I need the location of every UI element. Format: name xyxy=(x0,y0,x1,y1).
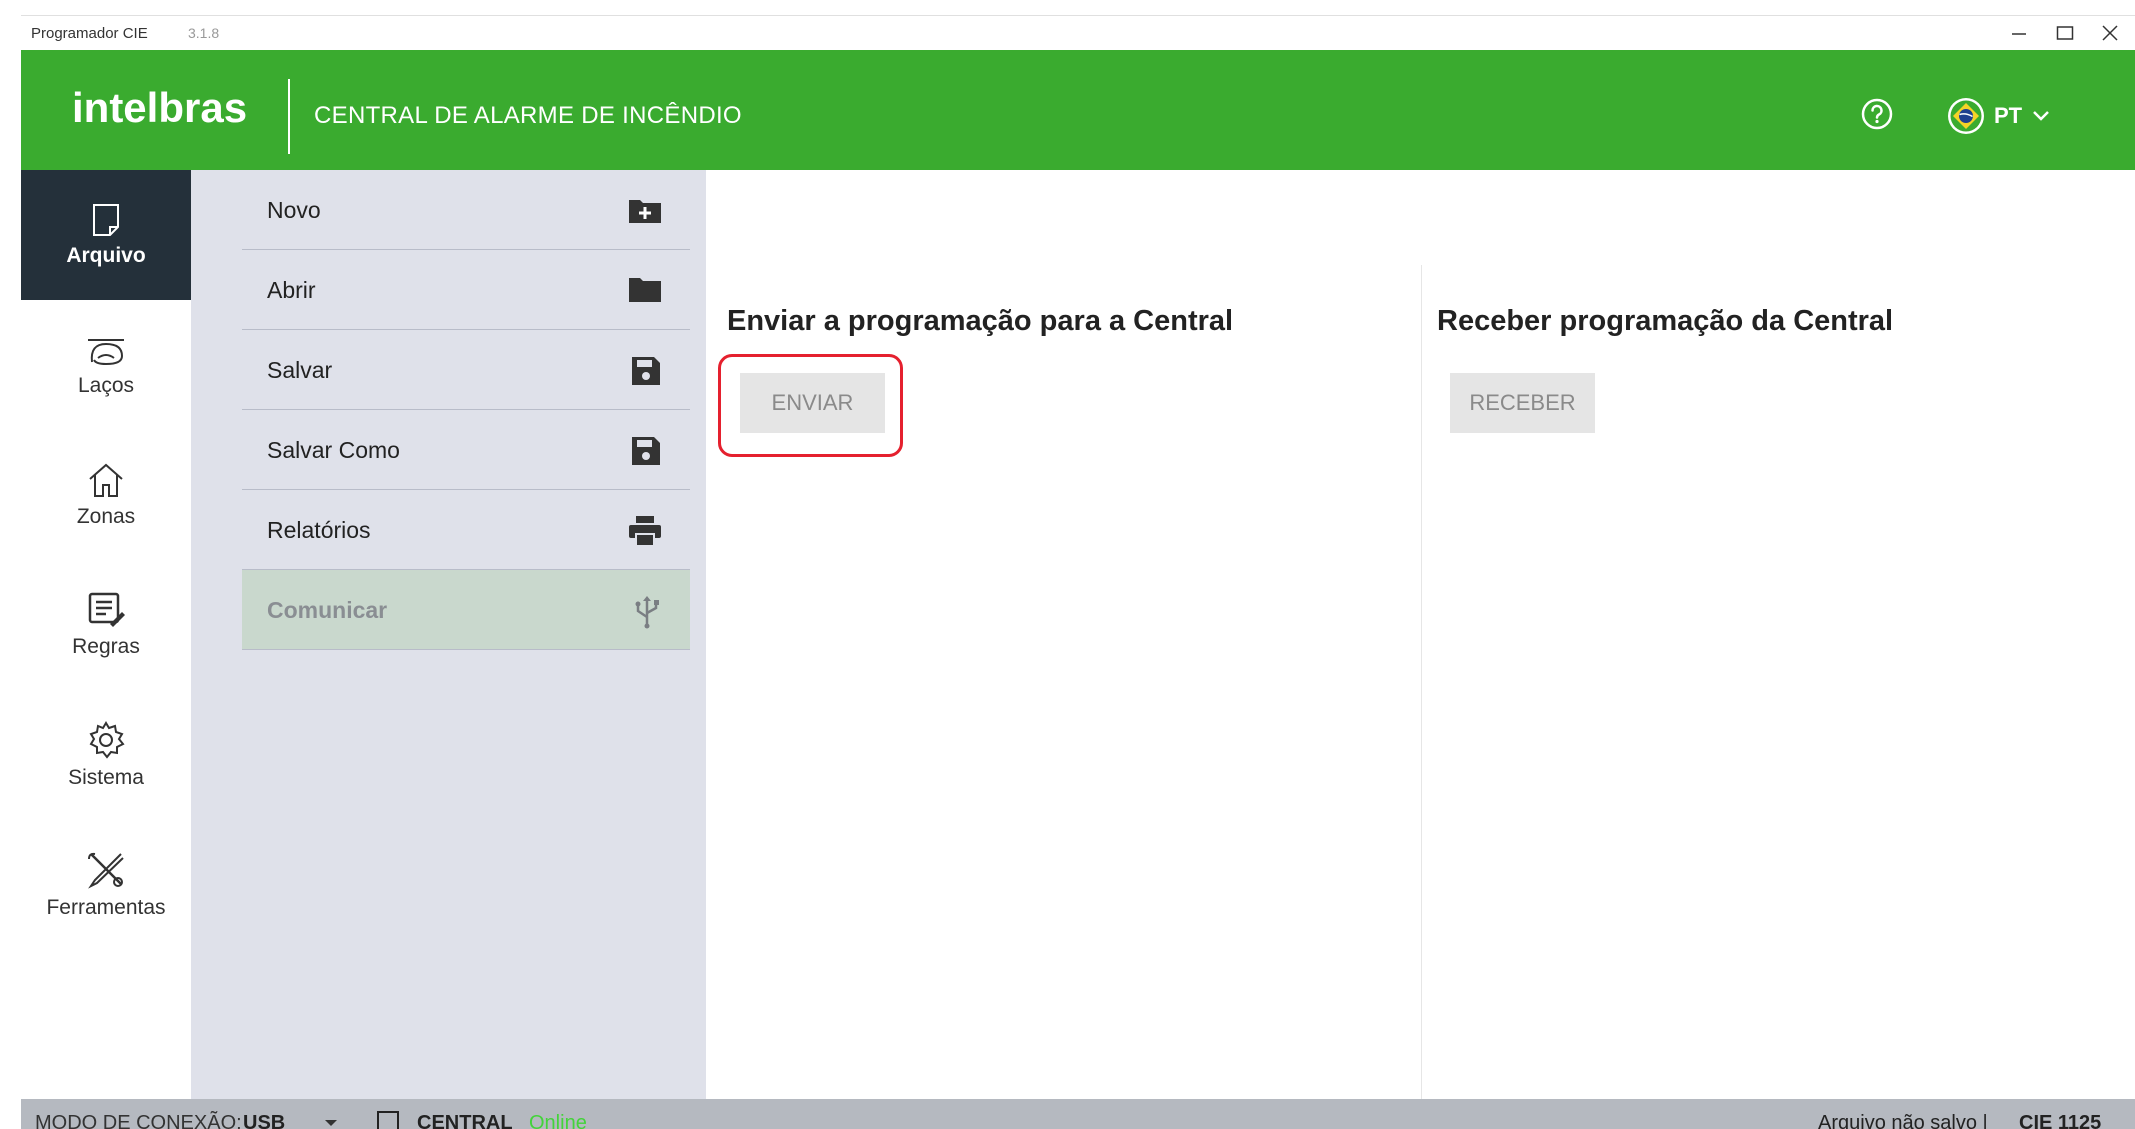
close-button[interactable] xyxy=(2087,18,2133,48)
submenu-item-relatorios[interactable]: Relatórios xyxy=(242,490,690,570)
device-model: CIE 1125 xyxy=(2019,1112,2102,1129)
maximize-icon xyxy=(2056,26,2074,40)
submenu-item-comunicar[interactable]: Comunicar xyxy=(242,570,690,650)
tools-icon xyxy=(88,852,124,889)
nav-item-label: Regras xyxy=(72,635,140,658)
logo-text: intelbras xyxy=(72,84,247,131)
new-folder-icon xyxy=(629,200,661,223)
folder-icon xyxy=(629,278,661,302)
receive-button[interactable]: RECEBER xyxy=(1450,373,1595,433)
nav-item-label: Zonas xyxy=(76,505,136,528)
nav-item-zonas[interactable]: Zonas xyxy=(21,430,191,560)
app-version: 3.1.8 xyxy=(188,25,220,41)
language-label: PT xyxy=(1994,103,2023,128)
file-submenu: Novo Abrir Salvar Salvar Como Relatórios… xyxy=(191,170,706,1115)
save-as-icon xyxy=(632,437,660,465)
home-icon xyxy=(89,463,123,497)
file-icon xyxy=(93,204,119,236)
central-checkbox[interactable] xyxy=(376,1110,400,1129)
chevron-down-icon xyxy=(2033,111,2050,121)
content-divider xyxy=(1421,265,1422,1115)
submenu-item-label: Abrir xyxy=(267,277,316,303)
intelbras-logo: intelbras xyxy=(72,84,247,131)
nav-item-regras[interactable]: Regras xyxy=(21,560,191,690)
app-header: intelbras CENTRAL DE ALARME DE INCÊNDIO … xyxy=(21,50,2135,170)
save-icon xyxy=(632,357,660,385)
nav-item-lacos[interactable]: Laços xyxy=(21,300,191,430)
submenu-item-label: Salvar xyxy=(267,357,333,383)
receive-title: Receber programação da Central xyxy=(1437,305,1894,337)
header-subtitle: CENTRAL DE ALARME DE INCÊNDIO xyxy=(314,102,742,129)
send-title: Enviar a programação para a Central xyxy=(727,305,1234,337)
app-window: Programador CIE 3.1.8 intelbras CENTRAL … xyxy=(21,15,2135,1129)
app-name: Programador CIE xyxy=(31,25,148,42)
submenu-item-novo[interactable]: Novo xyxy=(242,170,690,250)
nav-item-arquivo[interactable]: Arquivo xyxy=(21,170,191,300)
main-nav-rail: Arquivo Laços Zonas Regras Sistema Ferra… xyxy=(21,170,192,1115)
connection-mode-label: MODO DE CONEXÃO: xyxy=(35,1112,242,1129)
nav-item-label: Sistema xyxy=(68,766,144,789)
connection-mode-value[interactable]: USB xyxy=(243,1112,285,1129)
help-button[interactable] xyxy=(1859,96,1895,132)
usb-icon xyxy=(635,596,659,629)
submenu-item-salvar[interactable]: Salvar xyxy=(242,330,690,410)
rules-icon xyxy=(88,592,125,627)
submenu-item-label: Relatórios xyxy=(267,517,371,543)
help-icon xyxy=(1861,98,1893,130)
nav-item-sistema[interactable]: Sistema xyxy=(21,690,191,820)
brazil-flag-icon xyxy=(1948,98,1984,134)
printer-icon xyxy=(629,516,661,547)
title-bar: Programador CIE 3.1.8 xyxy=(21,15,2135,50)
nav-item-label: Ferramentas xyxy=(46,896,166,919)
nav-item-ferramentas[interactable]: Ferramentas xyxy=(21,820,191,950)
submenu-item-salvar-como[interactable]: Salvar Como xyxy=(242,410,690,490)
submenu-item-label: Novo xyxy=(267,197,321,223)
minimize-button[interactable] xyxy=(1996,18,2042,48)
language-selector[interactable]: PT xyxy=(1946,96,2052,136)
dropdown-caret-icon[interactable] xyxy=(324,1118,338,1128)
close-icon xyxy=(2102,25,2118,41)
detector-icon xyxy=(88,339,124,366)
submenu-item-label: Salvar Como xyxy=(267,437,400,463)
central-label: CENTRAL xyxy=(417,1112,513,1129)
gear-icon xyxy=(89,721,125,759)
file-status: Arquivo não salvo | xyxy=(1818,1112,1988,1129)
header-separator xyxy=(288,79,290,154)
submenu-item-label: Comunicar xyxy=(267,597,388,623)
status-bar: MODO DE CONEXÃO: USB CENTRAL Online Arqu… xyxy=(21,1099,2135,1129)
nav-item-label: Arquivo xyxy=(66,244,146,267)
submenu-item-abrir[interactable]: Abrir xyxy=(242,250,690,330)
central-status: Online xyxy=(529,1112,587,1129)
send-button-highlight xyxy=(718,354,903,457)
maximize-button[interactable] xyxy=(2042,18,2088,48)
minimize-icon xyxy=(2012,33,2026,35)
nav-item-label: Laços xyxy=(77,374,135,397)
